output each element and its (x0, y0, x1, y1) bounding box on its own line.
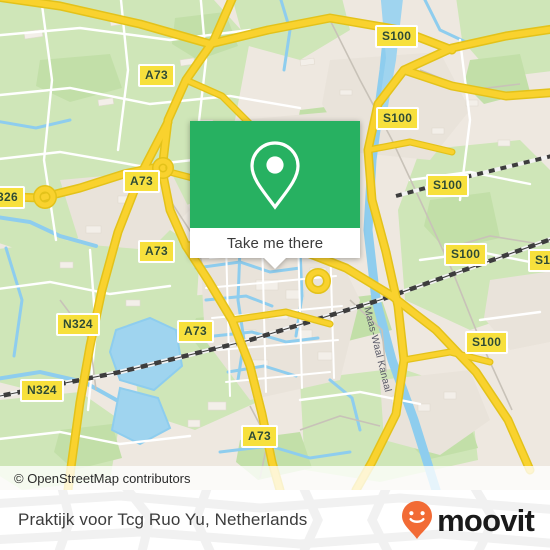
road-shield-a73: A73 (241, 425, 278, 448)
road-shield-n326: 326 (0, 186, 25, 209)
popup-icon-area (190, 121, 360, 228)
footer-bar: Praktijk voor Tcg Ruo Yu, Netherlands mo… (0, 490, 550, 550)
destination-popup[interactable]: Take me there (190, 121, 360, 269)
popup-action-area[interactable]: Take me there (190, 228, 360, 258)
take-me-there-button[interactable]: Take me there (227, 235, 323, 252)
map-pin-icon (250, 140, 300, 210)
road-shield-s100: S100 (375, 25, 419, 48)
road-shield-n324: N324 (20, 379, 64, 402)
road-shield-s100: S100 (444, 243, 488, 266)
road-shield-s100: S100 (465, 331, 509, 354)
moovit-pin-smiley-icon (402, 501, 433, 539)
road-shield-s100-edge: S1 (528, 249, 550, 272)
road-shield-n324: N324 (56, 313, 100, 336)
road-shield-a73: A73 (138, 240, 175, 263)
moovit-wordmark: moovit (437, 502, 535, 538)
popup-pointer (264, 258, 286, 269)
map-canvas[interactable]: A73 A73 A73 A73 A73 N324 N324 326 S100 S… (0, 0, 550, 490)
road-shield-a73: A73 (177, 320, 214, 343)
road-shield-s100: S100 (376, 107, 420, 130)
moovit-map-page: A73 A73 A73 A73 A73 N324 N324 326 S100 S… (0, 0, 550, 550)
road-shield-s100: S100 (426, 174, 470, 197)
road-shield-a73: A73 (123, 170, 160, 193)
osm-attribution[interactable]: © OpenStreetMap contributors (0, 466, 550, 490)
road-shield-a73: A73 (138, 64, 175, 87)
page-title: Praktijk voor Tcg Ruo Yu, Netherlands (18, 510, 308, 529)
moovit-logo[interactable]: moovit (400, 490, 535, 550)
